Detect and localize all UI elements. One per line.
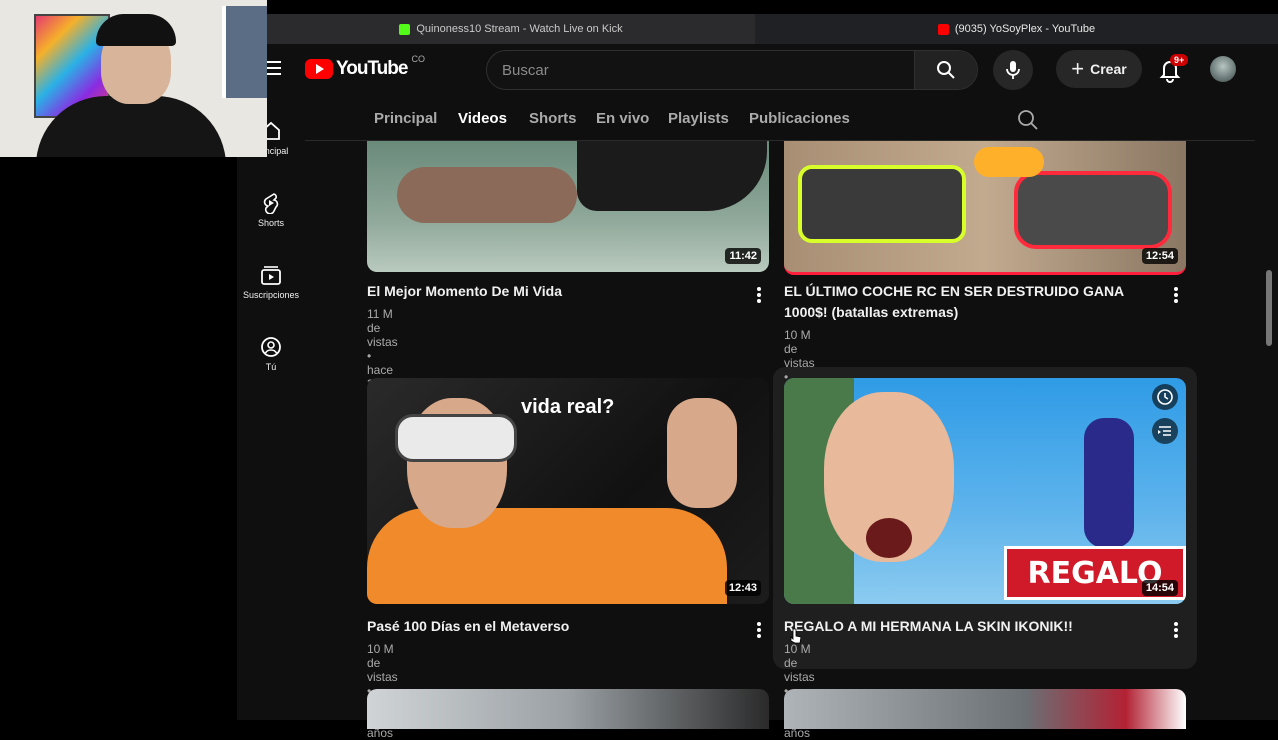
search-input[interactable]: [487, 51, 916, 89]
browser-tab-bar: Quinoness10 Stream - Watch Live on Kick …: [267, 14, 1278, 44]
youtube-logo[interactable]: YouTube CO: [305, 54, 425, 80]
youtube-favicon-icon: [937, 23, 949, 35]
browser-tab-youtube[interactable]: (9035) YoSoyPlex - YouTube: [755, 14, 1278, 44]
video-thumbnail[interactable]: 12:54: [784, 141, 1186, 275]
search-box: [486, 50, 978, 90]
plus-icon: +: [1071, 56, 1085, 81]
mini-guide: Principal Shorts Suscripciones Tú: [237, 96, 305, 720]
video-thumbnail[interactable]: [784, 689, 1186, 729]
window: [222, 6, 267, 98]
video-menu-icon[interactable]: [1174, 287, 1178, 305]
video-duration: 12:43: [724, 580, 761, 596]
browser-tab-label: (9035) YoSoyPlex - YouTube: [954, 23, 1096, 35]
notification-badge: 9+: [1170, 54, 1189, 66]
video-duration: 12:54: [1141, 248, 1178, 264]
video-menu-icon[interactable]: [757, 287, 761, 305]
video-title[interactable]: REGALO A MI HERMANA LA SKIN IKONIK!!: [784, 616, 1154, 637]
tab-principal[interactable]: Principal: [374, 110, 437, 127]
sidebar-item-label: Tú: [265, 362, 277, 372]
video-duration: 14:54: [1141, 580, 1178, 596]
video-thumbnail[interactable]: REGALO 14:54: [784, 378, 1186, 604]
scrollbar-thumb[interactable]: [1266, 270, 1272, 346]
masthead: YouTube CO + Crear: [237, 44, 1278, 96]
streamer-cap: [96, 14, 176, 46]
hamburger-menu-icon[interactable]: [265, 61, 281, 75]
sidebar-item-shorts[interactable]: Shorts: [237, 192, 305, 228]
video-menu-icon[interactable]: [1174, 622, 1178, 640]
logo-text: YouTube: [336, 58, 408, 79]
youtube-play-icon: [305, 59, 333, 79]
browser-tab-label: Quinoness10 Stream - Watch Live on Kick: [416, 23, 623, 35]
browser-tab-kick[interactable]: Quinoness10 Stream - Watch Live on Kick: [267, 14, 755, 44]
video-title[interactable]: Pasé 100 Días en el Metaverso: [367, 616, 737, 637]
profile-icon: [261, 337, 281, 357]
video-thumbnail[interactable]: 11:42: [367, 141, 769, 272]
channel-search-icon[interactable]: [1017, 109, 1039, 131]
create-label: Crear: [1090, 61, 1127, 77]
tab-shorts[interactable]: Shorts: [529, 110, 577, 127]
video-menu-icon[interactable]: [757, 622, 761, 640]
subscriptions-icon: [261, 266, 281, 285]
video-title[interactable]: EL ÚLTIMO COCHE RC EN SER DESTRUIDO GANA…: [784, 281, 1154, 323]
youtube-app: YouTube CO + Crear: [237, 44, 1278, 740]
sidebar-item-label: Shorts: [257, 218, 284, 228]
tab-en-vivo[interactable]: En vivo: [596, 110, 649, 127]
video-title[interactable]: El Mejor Momento De Mi Vida: [367, 281, 737, 302]
video-duration: 11:42: [725, 248, 761, 264]
webcam-overlay: [0, 0, 267, 157]
search-button[interactable]: [914, 51, 977, 89]
sidebar-item-subscriptions[interactable]: Suscripciones: [237, 264, 305, 300]
tab-playlists[interactable]: Playlists: [668, 110, 729, 127]
create-button[interactable]: + Crear: [1056, 50, 1142, 88]
search-icon: [937, 61, 955, 79]
voice-search-button[interactable]: [993, 50, 1033, 90]
sidebar-item-label: Suscripciones: [242, 290, 300, 300]
microphone-icon: [1006, 61, 1020, 79]
account-avatar[interactable]: [1210, 56, 1236, 82]
video-thumbnail[interactable]: [367, 689, 769, 729]
sidebar-item-you[interactable]: Tú: [237, 336, 305, 372]
tab-videos[interactable]: Videos: [458, 110, 507, 127]
shorts-icon: [263, 193, 279, 214]
channel-tabs: Principal Videos Shorts En vivo Playlist…: [374, 104, 1174, 134]
tab-publicaciones[interactable]: Publicaciones: [749, 110, 850, 127]
mouse-cursor-icon: [790, 628, 802, 644]
video-thumbnail[interactable]: vida real? 12:43: [367, 378, 769, 604]
country-code: CO: [411, 54, 425, 64]
kick-favicon-icon: [399, 23, 411, 35]
watch-later-icon[interactable]: [1152, 384, 1178, 410]
thumbnail-caption: vida real?: [521, 396, 615, 418]
add-to-queue-icon[interactable]: [1152, 418, 1178, 444]
